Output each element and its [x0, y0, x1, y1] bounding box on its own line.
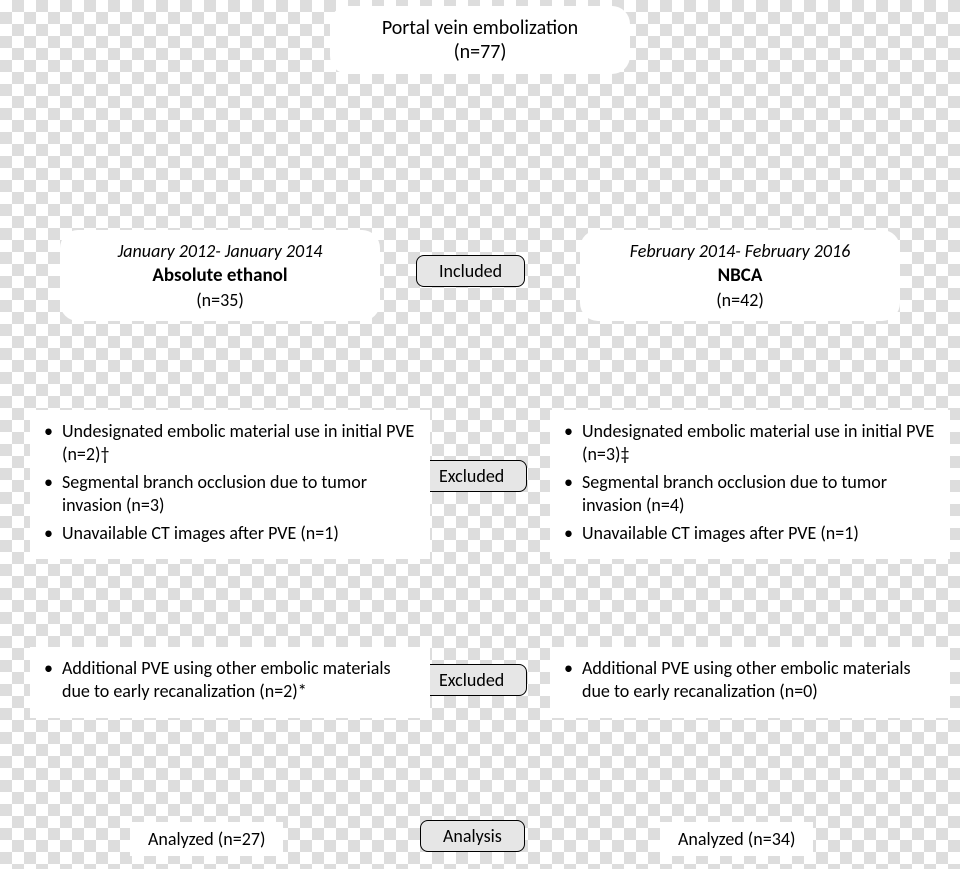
list-item: Undesignated embolic material use in ini…: [582, 420, 942, 467]
exclusion2-left: Additional PVE using other embolic mater…: [30, 647, 430, 718]
title-line1: Portal vein embolization: [346, 16, 614, 40]
tag-excluded-2: Excluded: [416, 664, 527, 696]
group-nbca-material: NBCA: [596, 264, 884, 287]
group-nbca: February 2014- February 2016 NBCA (n=42): [580, 230, 900, 321]
list-item: Segmental branch occlusion due to tumor …: [62, 471, 422, 518]
title-box: Portal vein embolization (n=77): [330, 6, 630, 74]
group-ethanol-n: (n=35): [76, 289, 364, 311]
group-nbca-date: February 2014- February 2016: [596, 240, 884, 262]
list-item: Undesignated embolic material use in ini…: [62, 420, 422, 467]
list-item: Unavailable CT images after PVE (n=1): [62, 522, 422, 545]
exclusion1-right: Undesignated embolic material use in ini…: [550, 410, 950, 559]
list-item: Segmental branch occlusion due to tumor …: [582, 471, 942, 518]
group-ethanol-date: January 2012- January 2014: [76, 240, 364, 262]
tag-analysis: Analysis: [420, 820, 525, 852]
tag-included: Included: [416, 255, 525, 287]
group-ethanol: January 2012- January 2014 Absolute etha…: [60, 230, 380, 321]
title-n: (n=77): [346, 40, 614, 64]
list-item: Additional PVE using other embolic mater…: [62, 657, 422, 704]
group-ethanol-material: Absolute ethanol: [76, 264, 364, 287]
list-item: Unavailable CT images after PVE (n=1): [582, 522, 942, 545]
analyzed-left: Analyzed (n=27): [130, 822, 283, 856]
tag-excluded-1: Excluded: [416, 460, 527, 492]
list-item: Additional PVE using other embolic mater…: [582, 657, 942, 704]
exclusion2-right: Additional PVE using other embolic mater…: [550, 647, 950, 718]
exclusion1-left: Undesignated embolic material use in ini…: [30, 410, 430, 559]
analyzed-right: Analyzed (n=34): [660, 822, 813, 856]
group-nbca-n: (n=42): [596, 289, 884, 311]
